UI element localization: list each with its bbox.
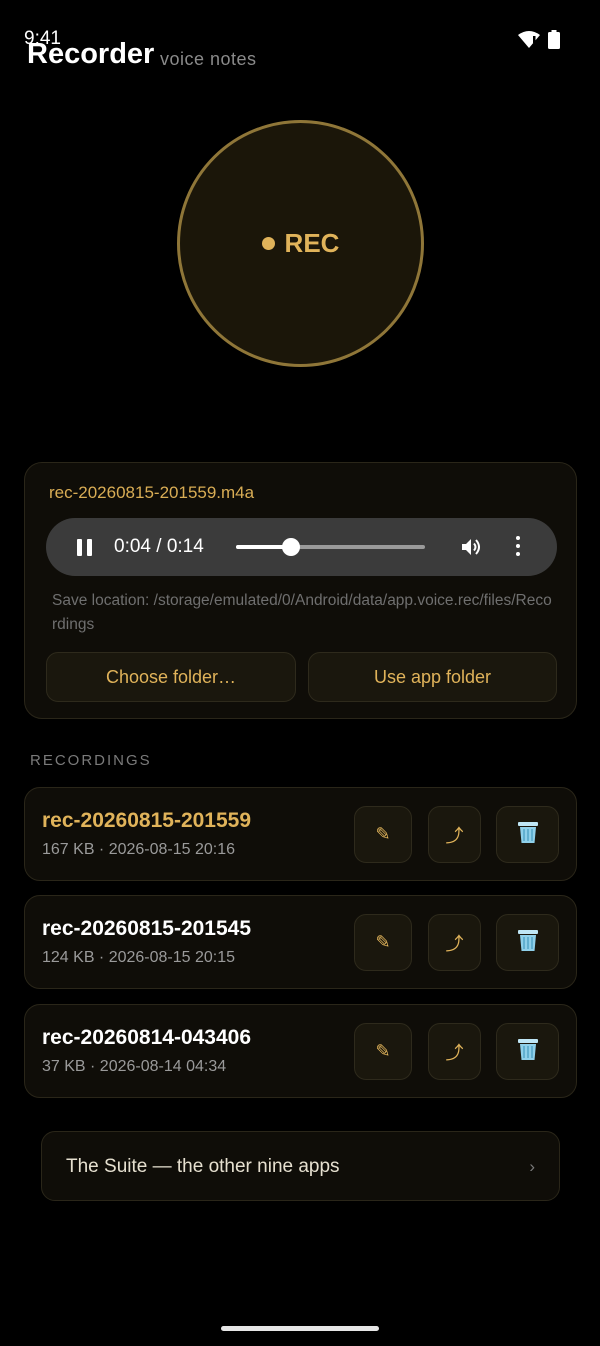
- pencil-icon: ✎: [375, 824, 391, 845]
- recording-row[interactable]: rec-20260815-201559 167 KB · 2026-08-15 …: [24, 787, 577, 881]
- audio-time: 0:04 / 0:14: [114, 536, 204, 557]
- pencil-icon: ✎: [375, 1041, 391, 1062]
- choose-folder-button[interactable]: Choose folder…: [46, 652, 296, 702]
- rename-button[interactable]: ✎: [354, 806, 412, 863]
- recordings-section-label: RECORDINGS: [30, 752, 152, 769]
- record-button[interactable]: REC: [177, 120, 424, 367]
- recording-meta: 124 KB · 2026-08-15 20:15: [42, 949, 236, 966]
- recording-meta: 167 KB · 2026-08-15 20:16: [42, 841, 236, 858]
- recording-name: rec-20260815-201559: [42, 809, 252, 832]
- pencil-icon: ✎: [375, 932, 391, 953]
- delete-button[interactable]: [496, 914, 559, 971]
- delete-button[interactable]: [496, 806, 559, 863]
- audio-player: 0:04 / 0:14: [46, 518, 557, 576]
- suite-label: The Suite — the other nine apps: [66, 1156, 340, 1177]
- wifi-icon: [518, 30, 540, 54]
- more-options-icon[interactable]: [516, 536, 520, 556]
- recording-meta: 37 KB · 2026-08-14 04:34: [42, 1058, 227, 1075]
- save-location: Save location: /storage/emulated/0/Andro…: [52, 592, 552, 633]
- audio-seek-thumb[interactable]: [281, 538, 300, 556]
- recording-name: rec-20260814-043406: [42, 1026, 252, 1049]
- player-filename: rec-20260815-201559.m4a: [49, 483, 255, 502]
- player-card: rec-20260815-201559.m4a 0:04 / 0:14 Save…: [24, 462, 577, 719]
- trash-icon: [517, 1037, 539, 1066]
- recording-row[interactable]: rec-20260814-043406 37 KB · 2026-08-14 0…: [24, 1004, 577, 1098]
- trash-icon: [517, 820, 539, 849]
- rename-button[interactable]: ✎: [354, 1023, 412, 1080]
- volume-icon[interactable]: [459, 535, 483, 564]
- share-button[interactable]: ⤴: [428, 806, 481, 863]
- recording-row[interactable]: rec-20260815-201545 124 KB · 2026-08-15 …: [24, 895, 577, 989]
- share-button[interactable]: ⤴: [428, 914, 481, 971]
- recording-name: rec-20260815-201545: [42, 917, 252, 940]
- app-subtitle: voice notes: [160, 49, 257, 69]
- record-label: REC: [284, 228, 340, 258]
- pause-icon[interactable]: [77, 539, 93, 556]
- rename-button[interactable]: ✎: [354, 914, 412, 971]
- suite-link[interactable]: The Suite — the other nine apps ›: [41, 1131, 560, 1201]
- delete-button[interactable]: [496, 1023, 559, 1080]
- audio-seek-slider[interactable]: [236, 538, 425, 556]
- home-indicator[interactable]: [221, 1326, 379, 1331]
- trash-icon: [517, 928, 539, 957]
- use-app-folder-button[interactable]: Use app folder: [308, 652, 557, 702]
- chevron-right-icon: ›: [529, 1157, 535, 1176]
- share-icon: ⤴: [445, 933, 464, 955]
- battery-icon: [548, 30, 560, 54]
- share-button[interactable]: ⤴: [428, 1023, 481, 1080]
- record-dot-icon: [261, 237, 275, 250]
- app-title: Recorder: [27, 38, 155, 70]
- share-icon: ⤴: [445, 1042, 464, 1064]
- status-icons: [518, 30, 560, 54]
- share-icon: ⤴: [445, 825, 464, 847]
